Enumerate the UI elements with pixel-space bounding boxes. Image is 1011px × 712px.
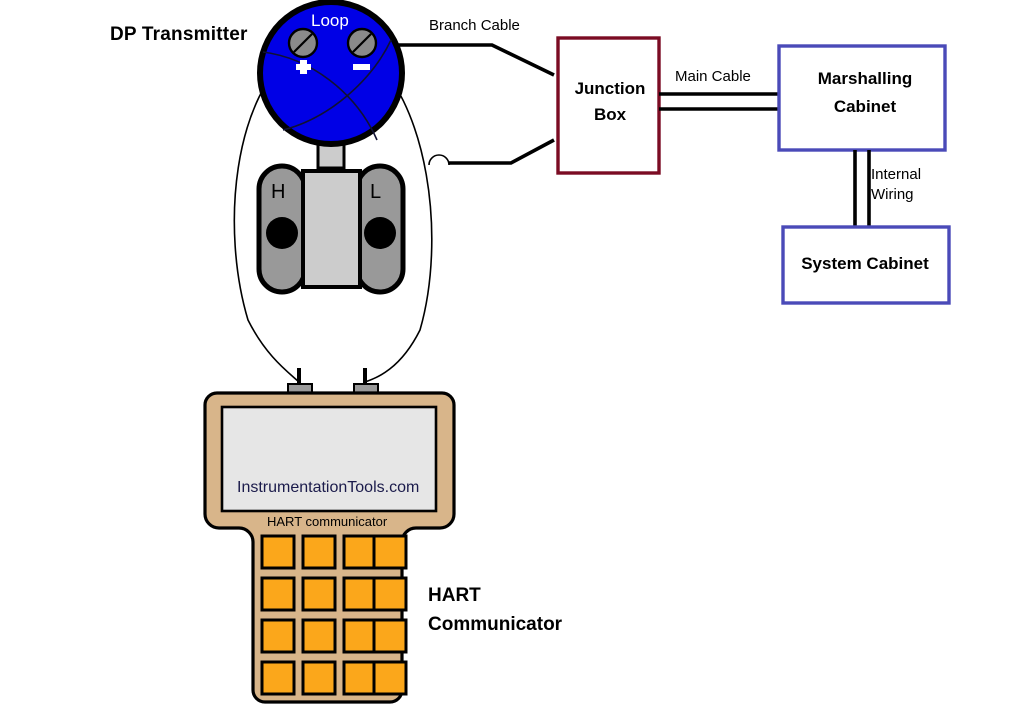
transmitter-body [301, 169, 362, 289]
branch-cable-label: Branch Cable [429, 17, 520, 34]
key[interactable] [260, 660, 296, 696]
port-low-label: L [370, 181, 382, 203]
loop-terminal-minus [346, 27, 378, 59]
key[interactable] [260, 618, 296, 654]
internal-wiring-label: Internal Wiring [871, 165, 921, 205]
internal-wiring-label-line2: Wiring [871, 186, 914, 203]
key[interactable] [342, 660, 378, 696]
key[interactable] [301, 660, 337, 696]
junction-box-label-line2: Box [593, 105, 627, 124]
loop-terminal-plus [287, 27, 319, 59]
marshalling-cabinet-label: Marshalling Cabinet [790, 65, 940, 121]
watermark-label: InstrumentationTools.com [237, 479, 420, 496]
key[interactable] [260, 534, 296, 570]
hart-communicator-label-line1: HART [428, 585, 481, 606]
port-high-label: H [271, 181, 286, 203]
system-cabinet-label: System Cabinet [801, 254, 929, 273]
main-cable-label: Main Cable [675, 68, 751, 85]
key[interactable] [342, 576, 378, 612]
internal-wiring-label-line1: Internal [871, 166, 922, 183]
key[interactable] [372, 534, 408, 570]
key[interactable] [372, 576, 408, 612]
polarity-minus-icon [353, 64, 370, 70]
key[interactable] [342, 534, 378, 570]
key[interactable] [260, 576, 296, 612]
branch-cable-lower-line [442, 138, 555, 165]
key[interactable] [301, 618, 337, 654]
hart-communicator-label-line2: Communicator [428, 614, 563, 635]
key[interactable] [372, 618, 408, 654]
hart-communicator [203, 368, 456, 704]
loop-label: Loop [311, 11, 349, 30]
process-port-low-icon [364, 217, 396, 249]
communicator-probe-left [287, 368, 313, 395]
communicator-probe-right [353, 368, 379, 395]
marshalling-cabinet-label-line2: Cabinet [833, 97, 897, 116]
junction-box-label: Junction Box [573, 76, 647, 128]
hart-communicator-label: HART Communicator [428, 581, 562, 639]
junction-box-label-line1: Junction [574, 79, 646, 98]
internal-wiring-lines [853, 150, 871, 227]
process-port-high-icon [266, 217, 298, 249]
hart-communicator-small-label: HART communicator [267, 514, 388, 529]
main-cable-lines [659, 92, 779, 111]
wire-hop-arc [428, 154, 450, 166]
key[interactable] [372, 660, 408, 696]
dp-transmitter [256, 0, 406, 295]
diagram-canvas: DP Transmitter Loop Branch Cable Main Ca… [0, 0, 1011, 712]
key[interactable] [342, 618, 378, 654]
dp-transmitter-label: DP Transmitter [110, 24, 248, 45]
key[interactable] [301, 534, 337, 570]
marshalling-cabinet-label-line1: Marshalling [817, 69, 913, 88]
key[interactable] [301, 576, 337, 612]
